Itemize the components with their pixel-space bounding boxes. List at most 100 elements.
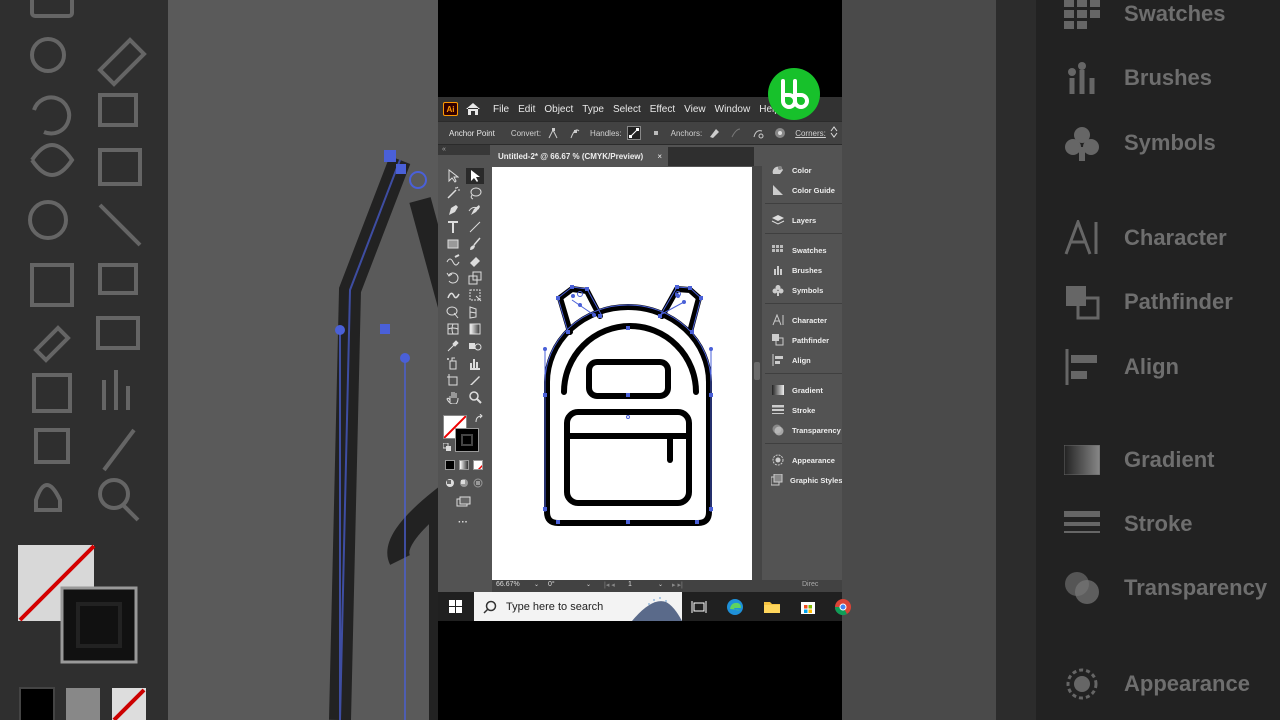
shaper-tool[interactable]	[444, 253, 462, 269]
gradient-tool[interactable]	[466, 321, 484, 337]
none-mode-button[interactable]	[473, 460, 483, 470]
menu-select[interactable]: Select	[613, 104, 641, 115]
file-explorer-icon[interactable]	[763, 598, 781, 616]
panel-graphic-styles[interactable]: Graphic Styles	[765, 470, 842, 490]
symbol-sprayer-tool[interactable]	[444, 355, 462, 371]
edit-toolbar-icon[interactable]: ···	[458, 517, 468, 528]
menu-object[interactable]: Object	[544, 104, 573, 115]
hide-handles-icon[interactable]	[649, 126, 663, 140]
screen-mode-icon[interactable]	[456, 496, 472, 508]
panel-symbols[interactable]: Symbols	[765, 280, 842, 300]
backpack-artwork[interactable]	[492, 167, 752, 580]
panel-appearance[interactable]: Appearance	[765, 450, 842, 470]
home-icon[interactable]	[465, 102, 481, 116]
document-tab[interactable]: Untitled-2* @ 66.67 % (CMYK/Preview) ×	[492, 147, 668, 166]
warp-tool[interactable]	[444, 287, 462, 303]
column-graph-tool[interactable]	[466, 355, 484, 371]
artboard[interactable]	[492, 167, 752, 580]
color-mode-button[interactable]	[445, 460, 455, 470]
panel-color-guide[interactable]: Color Guide	[765, 180, 842, 200]
chrome-browser-icon[interactable]	[834, 598, 852, 616]
canvas-area[interactable]	[492, 166, 754, 580]
isolate-icon[interactable]	[773, 126, 787, 140]
taskbar-search-box[interactable]: Type here to search	[474, 592, 682, 621]
scrollbar-thumb[interactable]	[754, 362, 760, 380]
panel-pathfinder[interactable]: Pathfinder	[765, 330, 842, 350]
curvature-icon	[468, 205, 480, 215]
panel-transparency[interactable]: Transparency	[765, 420, 842, 440]
gradient-mode-button[interactable]	[459, 460, 469, 470]
close-tab-icon[interactable]: ×	[657, 152, 662, 161]
artboard-number[interactable]: 1	[628, 581, 632, 588]
zoom-tool[interactable]	[466, 389, 484, 405]
rectangle-tool[interactable]	[444, 236, 462, 252]
control-bar: Anchor Point Convert: Handles: Anchors: …	[438, 121, 842, 145]
menu-view[interactable]: View	[684, 104, 706, 115]
eraser-tool[interactable]	[466, 253, 484, 269]
corners-label[interactable]: Corners:	[795, 129, 826, 138]
corners-stepper-icon[interactable]	[830, 126, 838, 140]
free-transform-tool[interactable]	[466, 287, 484, 303]
remove-anchor-icon[interactable]	[707, 126, 721, 140]
search-icon	[483, 600, 497, 614]
default-colors-icon[interactable]	[443, 443, 452, 452]
mesh-tool[interactable]	[444, 321, 462, 337]
backdrop-character: Character	[1062, 218, 1227, 258]
artboard-dropdown-icon[interactable]: ⌄	[658, 581, 663, 588]
shape-builder-tool[interactable]	[444, 304, 462, 320]
selection-tool[interactable]	[466, 168, 484, 184]
rotate-tool[interactable]	[444, 270, 462, 286]
scale-tool[interactable]	[466, 270, 484, 286]
panel-stroke[interactable]: Stroke	[765, 400, 842, 420]
connect-anchors-icon[interactable]	[729, 126, 743, 140]
menu-effect[interactable]: Effect	[650, 104, 675, 115]
perspective-grid-tool[interactable]	[466, 304, 484, 320]
lasso-tool[interactable]	[466, 185, 484, 201]
pen-tool[interactable]	[444, 202, 462, 218]
vertical-scrollbar[interactable]	[752, 166, 762, 580]
panel-gradient[interactable]: Gradient	[765, 380, 842, 400]
line-tool[interactable]	[466, 219, 484, 235]
curvature-tool[interactable]	[466, 202, 484, 218]
swap-fill-stroke-icon[interactable]	[474, 414, 484, 424]
panel-swatches[interactable]: Swatches	[765, 240, 842, 260]
task-view-icon[interactable]	[690, 598, 708, 616]
panel-align[interactable]: Align	[765, 350, 842, 370]
direct-selection-tool[interactable]	[444, 168, 462, 184]
zoom-level[interactable]: 66.67%	[496, 581, 520, 588]
convert-to-smooth-icon[interactable]	[568, 126, 582, 140]
convert-to-corner-icon[interactable]	[546, 126, 560, 140]
panel-layers[interactable]: Layers	[765, 210, 842, 230]
rotation-value[interactable]: 0°	[548, 581, 555, 588]
stroke-swatch[interactable]	[455, 428, 479, 452]
edge-browser-icon[interactable]	[726, 598, 744, 616]
magic-wand-tool[interactable]	[444, 185, 462, 201]
panel-character[interactable]: Character	[765, 310, 842, 330]
menu-type[interactable]: Type	[582, 104, 604, 115]
menu-window[interactable]: Window	[715, 104, 751, 115]
handles-label: Handles:	[590, 128, 622, 138]
first-artboard-icon[interactable]: |◂ ◂	[604, 581, 615, 589]
slice-tool[interactable]	[466, 372, 484, 388]
draw-inside-icon[interactable]	[473, 478, 483, 488]
rotation-dropdown-icon[interactable]: ⌄	[586, 581, 591, 588]
draw-behind-icon[interactable]	[459, 478, 469, 488]
menu-edit[interactable]: Edit	[518, 104, 535, 115]
artboard-tool[interactable]	[444, 372, 462, 388]
type-tool[interactable]	[444, 219, 462, 235]
draw-normal-icon[interactable]	[445, 478, 455, 488]
blend-tool[interactable]	[466, 338, 484, 354]
eyedropper-tool[interactable]	[444, 338, 462, 354]
windows-start-icon[interactable]	[449, 600, 462, 613]
microsoft-store-icon[interactable]	[799, 598, 817, 616]
menu-file[interactable]: File	[493, 104, 509, 115]
zoom-dropdown-icon[interactable]: ⌄	[534, 581, 539, 588]
panel-brushes[interactable]: Brushes	[765, 260, 842, 280]
toolbar-collapse-bar[interactable]: «	[438, 145, 490, 155]
paintbrush-tool[interactable]	[466, 236, 484, 252]
cut-path-icon[interactable]	[751, 126, 765, 140]
last-artboard-icon[interactable]: ▸ ▸|	[672, 581, 683, 589]
panel-color[interactable]: Color	[765, 160, 842, 180]
show-handles-icon[interactable]	[626, 126, 641, 140]
hand-tool[interactable]	[444, 389, 462, 405]
